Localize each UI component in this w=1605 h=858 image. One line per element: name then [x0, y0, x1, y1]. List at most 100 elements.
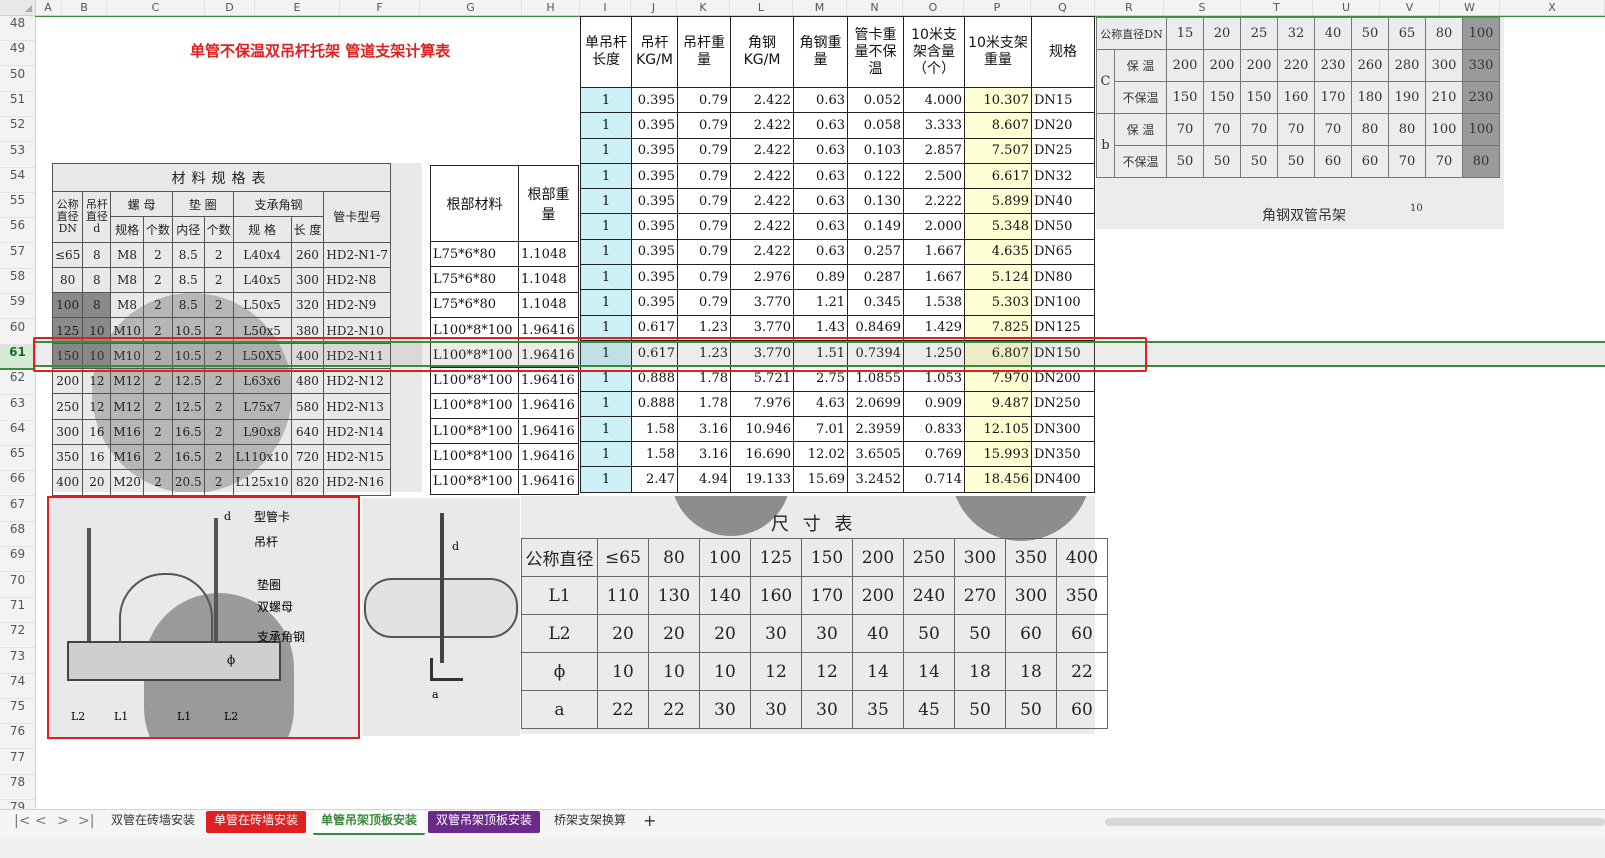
calc-cell[interactable]: 2.3959: [847, 415, 904, 443]
tab-nav-prev-icon[interactable]: <: [35, 813, 47, 829]
calc-cell[interactable]: 0.63: [793, 137, 848, 164]
calc-cell[interactable]: 0.345: [847, 289, 904, 316]
row-header-56[interactable]: 56: [0, 218, 35, 244]
calc-header-cell[interactable]: 角钢KG/M: [730, 16, 794, 88]
column-header-e[interactable]: E: [255, 0, 340, 15]
calc-cell[interactable]: 1: [580, 86, 632, 114]
calc-cell[interactable]: 4.63: [793, 390, 848, 417]
row-header-59[interactable]: 59: [0, 294, 35, 320]
calc-cell[interactable]: 0.63: [793, 213, 848, 240]
root-cell[interactable]: 1.96416: [518, 468, 579, 495]
column-header-b[interactable]: B: [62, 0, 107, 15]
calc-cell[interactable]: 0.130: [847, 188, 904, 215]
tab-nav-next-icon[interactable]: >: [57, 813, 69, 829]
root-cell[interactable]: L100*8*100: [430, 443, 519, 470]
calc-cell[interactable]: 2.857: [903, 137, 965, 164]
calc-cell[interactable]: DN32: [1031, 162, 1095, 190]
calc-cell[interactable]: 1: [580, 112, 632, 139]
calc-cell[interactable]: 2.0699: [847, 390, 904, 417]
calc-cell[interactable]: 0.395: [631, 86, 678, 114]
calc-cell[interactable]: 16.690: [730, 441, 794, 468]
calc-cell[interactable]: 0.909: [903, 390, 965, 417]
calc-cell[interactable]: 0.888: [631, 390, 678, 417]
calc-cell[interactable]: 0.395: [631, 264, 678, 291]
calc-cell[interactable]: 3.6505: [847, 441, 904, 468]
calc-cell[interactable]: 5.348: [964, 213, 1032, 240]
column-header-q[interactable]: Q: [1031, 0, 1095, 15]
calc-cell[interactable]: 2.47: [631, 466, 678, 493]
calc-header-cell[interactable]: 吊杆重量: [677, 16, 731, 88]
row-header-53[interactable]: 53: [0, 143, 35, 168]
root-cell[interactable]: L100*8*100: [430, 418, 519, 445]
column-header-m[interactable]: M: [793, 0, 847, 15]
column-header-j[interactable]: J: [631, 0, 677, 15]
row-header-78[interactable]: 78: [0, 775, 35, 800]
calc-cell[interactable]: 1.58: [631, 441, 678, 468]
calc-header-cell[interactable]: 管卡重量不保温: [847, 16, 904, 88]
calc-cell[interactable]: 2.000: [903, 213, 965, 240]
calc-cell[interactable]: 0.052: [847, 86, 904, 114]
calc-cell[interactable]: 0.79: [677, 188, 731, 215]
calc-cell[interactable]: 3.770: [730, 289, 794, 316]
row-header-75[interactable]: 75: [0, 699, 35, 725]
calc-cell[interactable]: 0.833: [903, 415, 965, 443]
calc-header-cell[interactable]: 吊杆KG/M: [631, 16, 678, 88]
row-header-72[interactable]: 72: [0, 623, 35, 649]
calc-cell[interactable]: 0.257: [847, 238, 904, 266]
root-cell[interactable]: L75*6*80: [430, 291, 519, 318]
calc-cell[interactable]: 4.000: [903, 86, 965, 114]
calc-cell[interactable]: DN15: [1031, 86, 1095, 114]
calc-cell[interactable]: 1.667: [903, 238, 965, 266]
calc-cell[interactable]: 1.58: [631, 415, 678, 443]
calc-cell[interactable]: 0.395: [631, 162, 678, 190]
root-cell[interactable]: 1.1048: [518, 291, 579, 318]
calc-cell[interactable]: DN50: [1031, 213, 1095, 240]
column-header-l[interactable]: L: [730, 0, 793, 15]
calc-header-cell[interactable]: 角钢重量: [793, 16, 848, 88]
calc-cell[interactable]: 0.79: [677, 137, 731, 164]
column-header-r[interactable]: R: [1095, 0, 1164, 15]
calc-header-cell[interactable]: 10米支架重量: [964, 16, 1032, 88]
calc-cell[interactable]: 3.333: [903, 112, 965, 139]
calc-cell[interactable]: 0.63: [793, 238, 848, 266]
column-header-v[interactable]: V: [1380, 0, 1440, 15]
calc-cell[interactable]: 3.2452: [847, 466, 904, 493]
calc-cell[interactable]: 0.63: [793, 162, 848, 190]
row-header-73[interactable]: 73: [0, 649, 35, 674]
calc-cell[interactable]: 3.16: [677, 415, 731, 443]
calc-cell[interactable]: 1: [580, 441, 632, 468]
row-header-69[interactable]: 69: [0, 547, 35, 573]
column-header-k[interactable]: K: [677, 0, 730, 15]
calc-cell[interactable]: 1.667: [903, 264, 965, 291]
root-cell[interactable]: 1.96416: [518, 392, 579, 420]
row-header-54[interactable]: 54: [0, 168, 35, 193]
calc-cell[interactable]: 2.422: [730, 137, 794, 164]
calc-cell[interactable]: 0.63: [793, 86, 848, 114]
select-all-corner[interactable]: [0, 0, 36, 15]
column-header-c[interactable]: C: [107, 0, 205, 15]
row-header-63[interactable]: 63: [0, 396, 35, 421]
row-header-66[interactable]: 66: [0, 471, 35, 497]
calc-cell[interactable]: 12.105: [964, 415, 1032, 443]
row-header-58[interactable]: 58: [0, 269, 35, 294]
calc-cell[interactable]: 2.422: [730, 86, 794, 114]
calc-cell[interactable]: DN350: [1031, 441, 1095, 468]
calc-cell[interactable]: 6.617: [964, 162, 1032, 190]
row-header-55[interactable]: 55: [0, 193, 35, 219]
row-header-61[interactable]: 61: [0, 344, 35, 370]
sheet-tab[interactable]: 单管在砖墙安装: [206, 811, 307, 833]
row-header-60[interactable]: 60: [0, 320, 35, 345]
column-header-w[interactable]: W: [1440, 0, 1500, 15]
calc-cell[interactable]: 1.78: [677, 390, 731, 417]
calc-cell[interactable]: 0.395: [631, 213, 678, 240]
row-header-50[interactable]: 50: [0, 67, 35, 92]
row-header-62[interactable]: 62: [0, 370, 35, 396]
calc-cell[interactable]: 2.422: [730, 238, 794, 266]
column-header-d[interactable]: D: [205, 0, 255, 15]
row-header-65[interactable]: 65: [0, 446, 35, 472]
calc-cell[interactable]: 0.122: [847, 162, 904, 190]
calc-cell[interactable]: 0.395: [631, 112, 678, 139]
calc-cell[interactable]: 0.63: [793, 112, 848, 139]
calc-cell[interactable]: 1: [580, 162, 632, 190]
calc-cell[interactable]: 1.538: [903, 289, 965, 316]
